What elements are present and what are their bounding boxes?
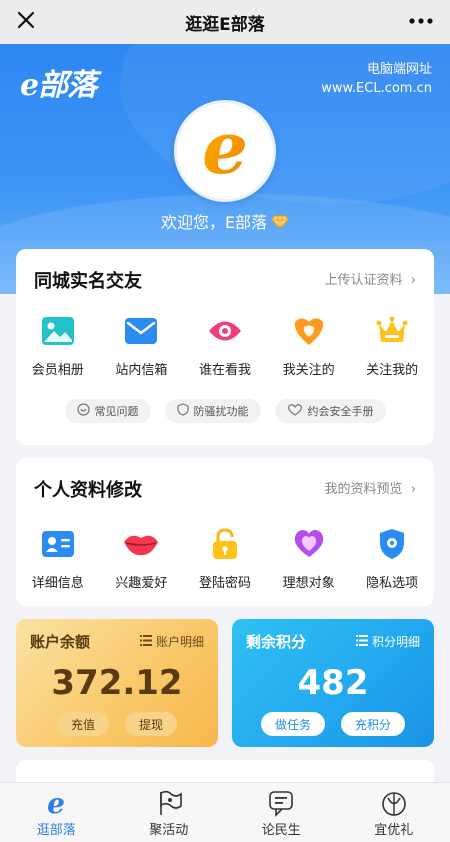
- welcome-text: 欢迎您，E部落: [0, 209, 450, 233]
- grid-item-interests[interactable]: 兴趣爱好: [100, 526, 184, 591]
- do-task-button[interactable]: 做任务: [260, 712, 325, 736]
- tab-label: 聚活动: [149, 823, 189, 838]
- grid-item-label: 隐私选项: [366, 576, 419, 591]
- grid-item-who-views-me[interactable]: 谁在看我: [183, 313, 267, 378]
- grid-item-label: 登陆密码: [198, 576, 251, 591]
- profile-card: 个人资料修改 我的资料预览 › 详细信息 兴趣爱好 登陆密码 理想对象 隐私选项: [16, 458, 434, 606]
- pill-anti-harassment[interactable]: 防骚扰功能: [164, 399, 261, 423]
- tab-events[interactable]: 聚活动: [113, 783, 226, 842]
- crown-icon: [374, 313, 410, 349]
- social-title: 同城实名交友: [34, 271, 142, 292]
- pill-faq[interactable]: 常见问题: [64, 399, 151, 423]
- e-avatar-icon: e: [202, 111, 248, 190]
- lock-icon: [207, 526, 243, 562]
- account-detail-label: 账户明细: [155, 635, 204, 649]
- list-icon: [139, 634, 152, 649]
- shield-icon: [176, 403, 189, 419]
- hearts-icon: [287, 403, 303, 419]
- tab-label: 宜优礼: [374, 823, 414, 838]
- grid-item-followers[interactable]: 关注我的: [350, 313, 434, 378]
- pill-label: 常见问题: [94, 405, 139, 418]
- avatar[interactable]: e: [174, 100, 276, 202]
- close-icon[interactable]: [12, 8, 40, 36]
- grid-item-ideal-partner[interactable]: 理想对象: [267, 526, 351, 591]
- list-icon: [355, 634, 368, 649]
- tab-label: 逛部落: [36, 823, 76, 838]
- more-icon[interactable]: [406, 10, 436, 34]
- account-balance-card[interactable]: 账户余额 账户明细 372.12 充值 提现: [16, 619, 218, 747]
- grid-item-privacy[interactable]: 隐私选项: [350, 526, 434, 591]
- photo-album-icon: [40, 313, 76, 349]
- grid-item-label: 关注我的: [366, 363, 419, 378]
- account-detail-link[interactable]: 账户明细: [139, 633, 204, 650]
- account-title: 账户余额: [30, 633, 91, 651]
- grid-item-member-album[interactable]: 会员相册: [16, 313, 100, 378]
- points-value: 482: [297, 663, 369, 703]
- welcome-label: 欢迎您，E部落: [160, 213, 268, 232]
- profile-preview-link[interactable]: 我的资料预览 ›: [325, 478, 417, 497]
- id-card-icon: [40, 526, 76, 562]
- svg-text:e: e: [202, 111, 248, 190]
- chevron-right-icon: ›: [406, 273, 416, 288]
- grid-item-password[interactable]: 登陆密码: [183, 526, 267, 591]
- account-balance-value: 372.12: [51, 663, 183, 703]
- grid-item-label: 兴趣爱好: [115, 576, 168, 591]
- pill-label: 防骚扰功能: [193, 405, 249, 418]
- lips-icon: [123, 526, 159, 562]
- tab-gifts[interactable]: 宜优礼: [338, 783, 450, 842]
- chat-icon: [266, 789, 296, 817]
- heart-icon: [291, 313, 327, 349]
- pill-label: 约会安全手册: [307, 405, 374, 418]
- points-card[interactable]: 剩余积分 积分明细 482 做任务 充积分: [232, 619, 434, 747]
- grid-item-label: 详细信息: [31, 576, 84, 591]
- upload-cert-link[interactable]: 上传认证资料 ›: [325, 269, 417, 288]
- points-detail-link[interactable]: 积分明细: [355, 633, 420, 650]
- points-detail-label: 积分明细: [371, 635, 420, 649]
- points-title: 剩余积分: [246, 633, 307, 651]
- buy-points-button[interactable]: 充积分: [341, 712, 406, 736]
- ideal-heart-icon: [291, 526, 327, 562]
- chevron-right-icon: ›: [406, 482, 416, 497]
- grid-item-label: 会员相册: [31, 363, 84, 378]
- grid-item-label: 谁在看我: [198, 363, 251, 378]
- pc-url: www.ECL.com.cn: [321, 81, 432, 96]
- pc-url-link[interactable]: 电脑端网址 www.ECL.com.cn: [321, 60, 432, 98]
- upload-cert-label: 上传认证资料: [324, 273, 403, 288]
- eye-icon: [207, 313, 243, 349]
- gift-icon: [379, 789, 409, 817]
- privacy-shield-icon: [374, 526, 410, 562]
- withdraw-button[interactable]: 提现: [125, 712, 178, 736]
- page-title: 逛逛E部落: [185, 14, 265, 35]
- question-icon: [76, 403, 90, 419]
- social-card: 同城实名交友 上传认证资料 › 会员相册 站内信箱 谁在看我 我关注的 关注我的…: [16, 249, 434, 445]
- brand-logo: e部落: [20, 68, 97, 103]
- svg-text:e: e: [47, 789, 65, 817]
- profile-title: 个人资料修改: [34, 480, 142, 501]
- recharge-button[interactable]: 充值: [56, 712, 109, 736]
- tab-livelihood[interactable]: 论民生: [225, 783, 338, 842]
- profile-preview-label: 我的资料预览: [324, 482, 403, 497]
- diamond-icon: [271, 214, 289, 233]
- grid-item-label: 理想对象: [282, 576, 335, 591]
- bottom-tab-bar: e 逛部落 聚活动 论民生 宜优礼: [0, 782, 450, 842]
- grid-item-inbox[interactable]: 站内信箱: [100, 313, 184, 378]
- grid-item-label: 我关注的: [282, 363, 335, 378]
- e-logo-icon: e: [41, 789, 71, 817]
- grid-item-label: 站内信箱: [115, 363, 168, 378]
- grid-item-details[interactable]: 详细信息: [16, 526, 100, 591]
- title-bar: 逛逛E部落: [0, 0, 450, 44]
- tab-label: 论民生: [261, 823, 301, 838]
- pill-date-safety[interactable]: 约会安全手册: [274, 399, 386, 423]
- grid-item-my-following[interactable]: 我关注的: [267, 313, 351, 378]
- pc-url-label: 电脑端网址: [366, 62, 432, 77]
- tab-browse-tribe[interactable]: e 逛部落: [0, 783, 113, 842]
- mail-icon: [123, 313, 159, 349]
- flag-icon: [154, 789, 184, 817]
